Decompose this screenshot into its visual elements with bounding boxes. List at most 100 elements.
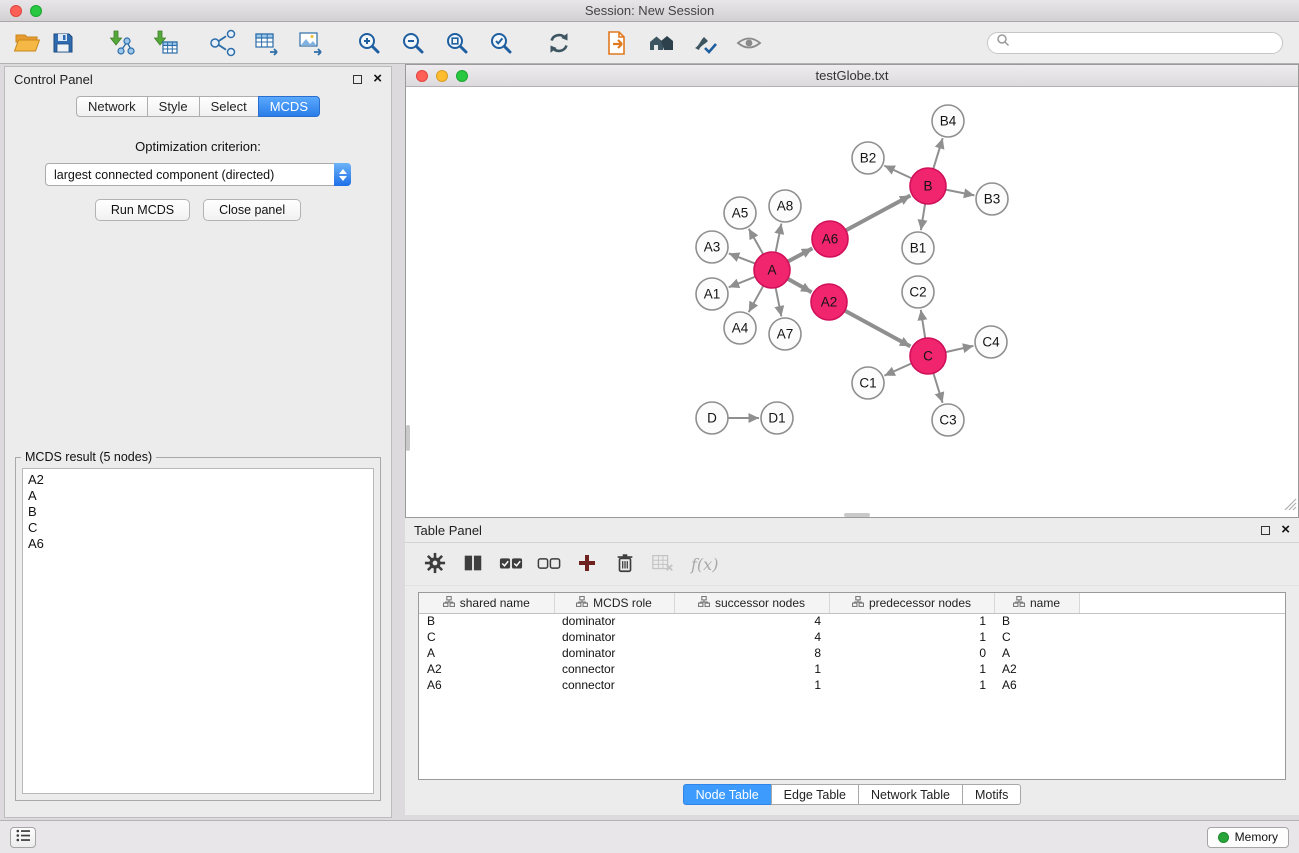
import-network-button[interactable] (104, 26, 138, 60)
table-cell[interactable]: 1 (829, 661, 994, 677)
graph-node[interactable]: A8 (769, 190, 801, 222)
optimization-criterion-dropdown[interactable]: largest connected component (directed) (45, 163, 351, 186)
float-panel-icon[interactable] (353, 75, 362, 84)
refresh-button[interactable] (542, 26, 576, 60)
table-cell[interactable]: A2 (419, 661, 554, 677)
export-table-button[interactable] (250, 26, 284, 60)
tab-edge-table[interactable]: Edge Table (771, 784, 859, 805)
table-cell[interactable]: 1 (674, 661, 829, 677)
column-header[interactable]: shared name (419, 593, 554, 613)
apply-style-button[interactable] (688, 26, 722, 60)
graph-node[interactable]: C (910, 338, 946, 374)
graph-node[interactable]: A1 (696, 278, 728, 310)
table-cell[interactable]: 0 (829, 645, 994, 661)
table-cell[interactable]: dominator (554, 645, 674, 661)
network-zoom-button[interactable] (456, 70, 468, 82)
table-cell[interactable]: B (419, 613, 554, 629)
graph-node[interactable]: D1 (761, 402, 793, 434)
select-all-columns-button[interactable] (499, 552, 523, 576)
save-session-button[interactable] (46, 26, 80, 60)
search-box[interactable] (987, 32, 1283, 54)
table-cell[interactable]: A6 (994, 677, 1079, 693)
table-row[interactable]: Cdominator41C (419, 629, 1285, 645)
graph-node[interactable]: B (910, 168, 946, 204)
table-cell[interactable]: 4 (674, 613, 829, 629)
vertical-scroll-thumb[interactable] (406, 425, 410, 451)
graph-node[interactable]: B4 (932, 105, 964, 137)
mcds-result-list[interactable]: A2ABCA6 (22, 468, 374, 794)
table-cell[interactable]: 1 (829, 677, 994, 693)
table-cell[interactable]: dominator (554, 629, 674, 645)
graph-node[interactable]: B3 (976, 183, 1008, 215)
create-column-button[interactable] (575, 552, 599, 576)
table-row[interactable]: Bdominator41B (419, 613, 1285, 629)
mcds-result-item[interactable]: A2 (23, 472, 373, 488)
search-input[interactable] (1010, 36, 1274, 50)
table-cell[interactable]: connector (554, 677, 674, 693)
graph-node[interactable]: A5 (724, 197, 756, 229)
table-row[interactable]: A6connector11A6 (419, 677, 1285, 693)
copy-page-button[interactable] (600, 26, 634, 60)
graph-node[interactable]: D (696, 402, 728, 434)
table-cell[interactable]: 8 (674, 645, 829, 661)
column-header[interactable]: name (994, 593, 1079, 613)
graph-node[interactable]: B2 (852, 142, 884, 174)
new-network-from-selection-button[interactable] (206, 26, 240, 60)
close-window-button[interactable] (10, 5, 22, 17)
graph-node[interactable]: A4 (724, 312, 756, 344)
table-cell[interactable]: C (419, 629, 554, 645)
table-cell[interactable]: 4 (674, 629, 829, 645)
mcds-result-item[interactable]: C (23, 520, 373, 536)
column-header[interactable]: successor nodes (674, 593, 829, 613)
network-close-button[interactable] (416, 70, 428, 82)
open-folder-button[interactable] (10, 26, 44, 60)
graph-node[interactable]: C3 (932, 404, 964, 436)
resize-grip-icon[interactable] (1284, 498, 1297, 516)
table-cell[interactable]: A (994, 645, 1079, 661)
show-hide-button[interactable] (732, 26, 766, 60)
task-history-button[interactable] (10, 827, 36, 848)
table-cell[interactable]: 1 (674, 677, 829, 693)
mcds-result-item[interactable]: B (23, 504, 373, 520)
home-network-button[interactable] (644, 26, 678, 60)
zoom-in-button[interactable] (352, 26, 386, 60)
graph-node[interactable]: A3 (696, 231, 728, 263)
graph-node[interactable]: C2 (902, 276, 934, 308)
import-table-button[interactable] (148, 26, 182, 60)
tab-network-table[interactable]: Network Table (858, 784, 963, 805)
table-cell[interactable]: A2 (994, 661, 1079, 677)
memory-button[interactable]: Memory (1207, 827, 1289, 848)
graph-node[interactable]: A7 (769, 318, 801, 350)
table-cell[interactable]: dominator (554, 613, 674, 629)
float-table-panel-icon[interactable] (1261, 526, 1270, 535)
tab-style[interactable]: Style (147, 96, 200, 117)
table-cell[interactable]: C (994, 629, 1079, 645)
graph-node[interactable]: B1 (902, 232, 934, 264)
column-header[interactable]: predecessor nodes (829, 593, 994, 613)
table-row[interactable]: A2connector11A2 (419, 661, 1285, 677)
zoom-fit-button[interactable] (440, 26, 474, 60)
delete-column-button[interactable] (613, 552, 637, 576)
graph-node[interactable]: A6 (812, 221, 848, 257)
table-cell[interactable]: 1 (829, 613, 994, 629)
table-cell[interactable]: A6 (419, 677, 554, 693)
graph-node[interactable]: A (754, 252, 790, 288)
show-columns-button[interactable] (461, 552, 485, 576)
table-cell[interactable]: connector (554, 661, 674, 677)
network-canvas[interactable]: B4B2BB3A5A8A6A3B1AC2A1A2A4A7C4CC1DD1C3 (406, 87, 1298, 517)
close-table-panel-icon[interactable]: × (1281, 525, 1290, 535)
mcds-result-item[interactable]: A6 (23, 536, 373, 552)
network-minimize-button[interactable] (436, 70, 448, 82)
network-canvas-svg[interactable]: B4B2BB3A5A8A6A3B1AC2A1A2A4A7C4CC1DD1C3 (406, 87, 1298, 517)
column-header[interactable]: MCDS role (554, 593, 674, 613)
mcds-result-item[interactable]: A (23, 488, 373, 504)
close-panel-icon[interactable]: × (373, 74, 382, 84)
export-image-button[interactable] (294, 26, 328, 60)
node-table[interactable]: shared nameMCDS rolesuccessor nodesprede… (419, 593, 1285, 693)
tab-motifs[interactable]: Motifs (962, 784, 1021, 805)
tab-mcds[interactable]: MCDS (258, 96, 320, 117)
horizontal-scroll-thumb[interactable] (844, 513, 870, 517)
graph-node[interactable]: C1 (852, 367, 884, 399)
graph-node[interactable]: C4 (975, 326, 1007, 358)
deselect-all-columns-button[interactable] (537, 552, 561, 576)
